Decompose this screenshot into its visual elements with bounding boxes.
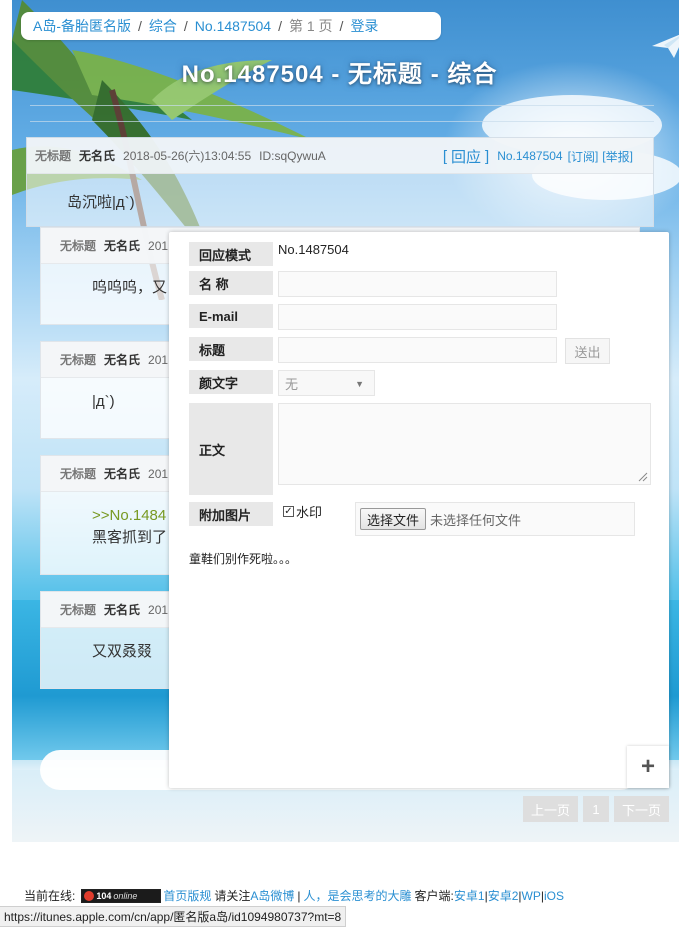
bracket: ] <box>485 147 490 165</box>
file-input[interactable]: 选择文件 未选择任何文件 <box>355 502 635 536</box>
slogan-link[interactable]: 人，是会思考的大雕 <box>304 887 412 904</box>
name-field[interactable] <box>278 271 557 297</box>
subscribe-link[interactable]: 订阅 <box>571 148 595 165</box>
body-textarea[interactable] <box>278 403 651 485</box>
plus-icon[interactable]: + <box>627 746 669 788</box>
reply-title: 无标题 <box>60 239 97 253</box>
wp-link[interactable]: WP <box>522 889 541 903</box>
main-post-header: 无标题 无名氏 2018-05-26(六)13:04:55 ID:sqQywuA… <box>27 138 653 174</box>
online-prefix: 当前在线: <box>24 889 76 903</box>
reply-date: 201 <box>148 466 169 481</box>
follow-text: 请关注 <box>214 889 251 903</box>
reply-date: 201 <box>148 602 169 617</box>
post-number-link[interactable]: No.1487504 <box>497 149 562 163</box>
reply-author: 无名氏 <box>104 353 141 367</box>
email-label: E-mail <box>189 304 273 328</box>
breadcrumb-separator: / <box>339 18 344 34</box>
dropdown-arrow-icon: ▼ <box>355 379 364 389</box>
name-label: 名 称 <box>189 271 273 295</box>
breadcrumb-board-link[interactable]: 综合 <box>149 16 177 36</box>
weibo-link[interactable]: A岛微博 <box>250 887 294 904</box>
image-label: 附加图片 <box>189 502 273 526</box>
online-dot-icon <box>84 890 95 901</box>
bracket: ] <box>629 149 633 163</box>
post-date: 2018-05-26(六)13:04:55 <box>123 149 252 163</box>
emoticon-select[interactable]: 无 ▼ <box>278 370 375 396</box>
checkbox-icon[interactable]: ✓ <box>283 506 294 517</box>
divider <box>30 105 654 106</box>
breadcrumb-separator: / <box>278 18 282 34</box>
ios-link[interactable]: iOS <box>544 889 564 903</box>
reply-date: 201 <box>148 238 169 253</box>
mode-label: 回应模式 <box>189 242 273 266</box>
choose-file-button[interactable]: 选择文件 <box>360 508 427 530</box>
resize-grip-icon[interactable] <box>638 472 648 482</box>
login-link[interactable]: 登录 <box>350 16 378 36</box>
breadcrumb-separator: / <box>138 18 142 34</box>
divider <box>30 121 654 122</box>
reply-title: 无标题 <box>60 603 97 617</box>
android2-link[interactable]: 安卓2 <box>488 887 519 904</box>
page-title: No.1487504 - 无标题 - 综合 <box>181 61 498 88</box>
emoticon-selected: 无 <box>285 376 299 392</box>
post-uid: ID:sqQywuA <box>259 148 326 163</box>
post-author: 无名氏 <box>79 149 116 163</box>
bracket: [ <box>442 147 448 165</box>
prev-page-button[interactable]: 上一页 <box>523 796 578 822</box>
send-button[interactable]: 送出 <box>565 338 610 364</box>
main-post: 无标题 无名氏 2018-05-26(六)13:04:55 ID:sqQywuA… <box>26 137 654 227</box>
subject-field[interactable] <box>278 337 557 363</box>
body-label: 正文 <box>189 403 273 495</box>
emoticon-label: 颜文字 <box>189 370 273 394</box>
reply-date: 201 <box>148 352 169 367</box>
reply-form-panel: 回应模式 No.1487504 名 称 E-mail 标题 送出 颜文字 无 ▼… <box>169 232 669 788</box>
reply-author: 无名氏 <box>104 239 141 253</box>
watermark-checkbox[interactable]: ✓ 水印 <box>283 502 322 521</box>
online-counter-badge: 104 online <box>81 888 162 903</box>
bracket: ] <box>594 149 599 163</box>
breadcrumb-thread-link[interactable]: No.1487504 <box>195 18 271 34</box>
breadcrumb-separator: / <box>183 18 188 34</box>
reply-author: 无名氏 <box>104 603 141 617</box>
homepage-rules-link[interactable]: 首页版规 <box>163 887 211 904</box>
browser-status-bar: https://itunes.apple.com/cn/app/匿名版a岛/id… <box>0 906 347 927</box>
form-note: 童鞋们别作死啦。。。 <box>189 552 298 566</box>
post-title: 无标题 <box>35 149 72 163</box>
online-count: 104 <box>96 890 112 901</box>
separator: | <box>297 888 301 903</box>
online-badge-text: online <box>113 890 138 901</box>
report-link[interactable]: 举报 <box>606 148 630 165</box>
breadcrumb-page: 第 1 页 <box>288 18 333 34</box>
mode-value: No.1487504 <box>278 242 349 257</box>
email-field[interactable] <box>278 304 557 330</box>
post-actions: [回应] No.1487504 [订阅] [举报] <box>441 138 633 174</box>
footer: 当前在线: 104 online 首页版规 请关注 A岛微博 | 人，是会思考的… <box>24 887 564 904</box>
current-page[interactable]: 1 <box>583 796 609 822</box>
reply-title: 无标题 <box>60 467 97 481</box>
no-file-text: 未选择任何文件 <box>430 512 522 528</box>
reply-link[interactable]: 回应 <box>451 146 481 167</box>
main-post-content: 岛沉啦|д`) <box>67 194 135 211</box>
reply-title: 无标题 <box>60 353 97 367</box>
subject-label: 标题 <box>189 337 273 361</box>
watermark-label: 水印 <box>296 505 323 520</box>
breadcrumb: A岛-备胎匿名版 / 综合 / No.1487504 / 第 1 页 / 登录 <box>21 12 441 40</box>
next-page-button[interactable]: 下一页 <box>614 796 669 822</box>
breadcrumb-site-link[interactable]: A岛-备胎匿名版 <box>33 16 131 36</box>
client-text: 客户端: <box>414 889 454 903</box>
android1-link[interactable]: 安卓1 <box>454 887 485 904</box>
reply-author: 无名氏 <box>104 467 141 481</box>
